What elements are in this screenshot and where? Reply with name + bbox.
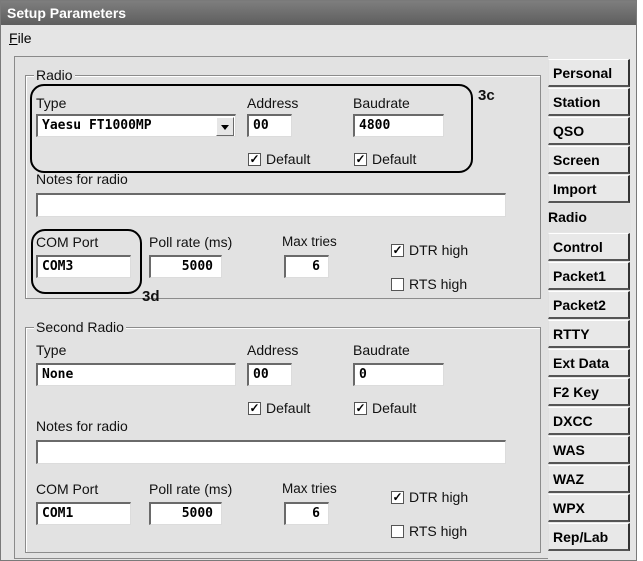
callout-3d-outline bbox=[31, 229, 142, 294]
radio-poll-rate-input[interactable]: 5000 bbox=[149, 255, 222, 278]
tab-dxcc[interactable]: DXCC bbox=[548, 407, 630, 435]
checkbox-box[interactable] bbox=[391, 278, 404, 291]
radio2-baudrate-label: Baudrate bbox=[353, 342, 410, 358]
checkbox-label: RTS high bbox=[409, 523, 468, 539]
radio-notes-input[interactable] bbox=[36, 193, 506, 217]
radio2-type-label: Type bbox=[36, 342, 67, 358]
radio2-poll-rate-input[interactable]: 5000 bbox=[149, 502, 222, 525]
tab-waz[interactable]: WAZ bbox=[548, 465, 630, 493]
tab-screen[interactable]: Screen bbox=[548, 146, 630, 174]
callout-3c-outline bbox=[30, 84, 473, 173]
radio-group-title: Radio bbox=[34, 67, 75, 83]
tab-import[interactable]: Import bbox=[548, 175, 630, 203]
radio2-address-input[interactable]: 00 bbox=[247, 363, 292, 386]
menu-file[interactable]: File bbox=[9, 30, 32, 46]
radio2-poll-rate-label: Poll rate (ms) bbox=[149, 481, 233, 497]
radio-poll-rate-label: Poll rate (ms) bbox=[149, 234, 233, 250]
radio-notes-label: Notes for radio bbox=[36, 171, 128, 187]
checkbox-box[interactable]: ✓ bbox=[391, 491, 404, 504]
tab-radio[interactable]: Radio bbox=[545, 204, 631, 232]
tab-f2-key[interactable]: F2 Key bbox=[548, 378, 630, 406]
second-radio-group-title: Second Radio bbox=[34, 319, 126, 335]
checkbox-box[interactable]: ✓ bbox=[354, 402, 367, 415]
radio2-com-port-label: COM Port bbox=[36, 481, 99, 497]
tab-qso[interactable]: QSO bbox=[548, 117, 630, 145]
tab-ext-data[interactable]: Ext Data bbox=[548, 349, 630, 377]
radio2-notes-input[interactable] bbox=[36, 440, 506, 464]
tab-station[interactable]: Station bbox=[548, 88, 630, 116]
tab-wpx[interactable]: WPX bbox=[548, 494, 630, 522]
tab-rep-lab[interactable]: Rep/Lab bbox=[548, 523, 630, 551]
setup-parameters-window: Setup Parameters File Radio Type Yaesu F… bbox=[0, 0, 637, 561]
callout-3c-label: 3c bbox=[478, 87, 495, 104]
tab-personal[interactable]: Personal bbox=[548, 59, 630, 87]
tab-control[interactable]: Control bbox=[548, 233, 630, 261]
checkbox-label: Default bbox=[372, 400, 417, 416]
checkbox-box[interactable] bbox=[391, 525, 404, 538]
tab-rtty[interactable]: RTTY bbox=[548, 320, 630, 348]
radio-tab-panel: Radio Type Yaesu FT1000MP Address 00 Bau… bbox=[14, 56, 548, 559]
checkbox-label: RTS high bbox=[409, 276, 468, 292]
checkbox-label: DTR high bbox=[409, 242, 469, 258]
callout-3d-label: 3d bbox=[142, 288, 160, 305]
radio2-type-input[interactable]: None bbox=[36, 363, 236, 386]
radio2-max-tries-input[interactable]: 6 bbox=[284, 502, 329, 525]
radio2-com-port-input[interactable]: COM1 bbox=[36, 502, 131, 525]
window-title: Setup Parameters bbox=[1, 1, 636, 25]
radio2-max-tries-label: Max tries bbox=[282, 481, 337, 496]
checkbox-box[interactable]: ✓ bbox=[248, 402, 261, 415]
radio-max-tries-label: Max tries bbox=[282, 234, 337, 249]
checkbox-label: Default bbox=[266, 400, 311, 416]
menu-bar: File bbox=[1, 25, 636, 53]
tab-packet1[interactable]: Packet1 bbox=[548, 262, 630, 290]
checkbox-label: DTR high bbox=[409, 489, 469, 505]
radio2-baudrate-input[interactable]: 0 bbox=[353, 363, 444, 386]
radio2-address-label: Address bbox=[247, 342, 299, 358]
checkbox-box[interactable]: ✓ bbox=[391, 244, 404, 257]
radio-max-tries-input[interactable]: 6 bbox=[284, 255, 329, 278]
radio2-notes-label: Notes for radio bbox=[36, 418, 128, 434]
tab-packet2[interactable]: Packet2 bbox=[548, 291, 630, 319]
tab-was[interactable]: WAS bbox=[548, 436, 630, 464]
